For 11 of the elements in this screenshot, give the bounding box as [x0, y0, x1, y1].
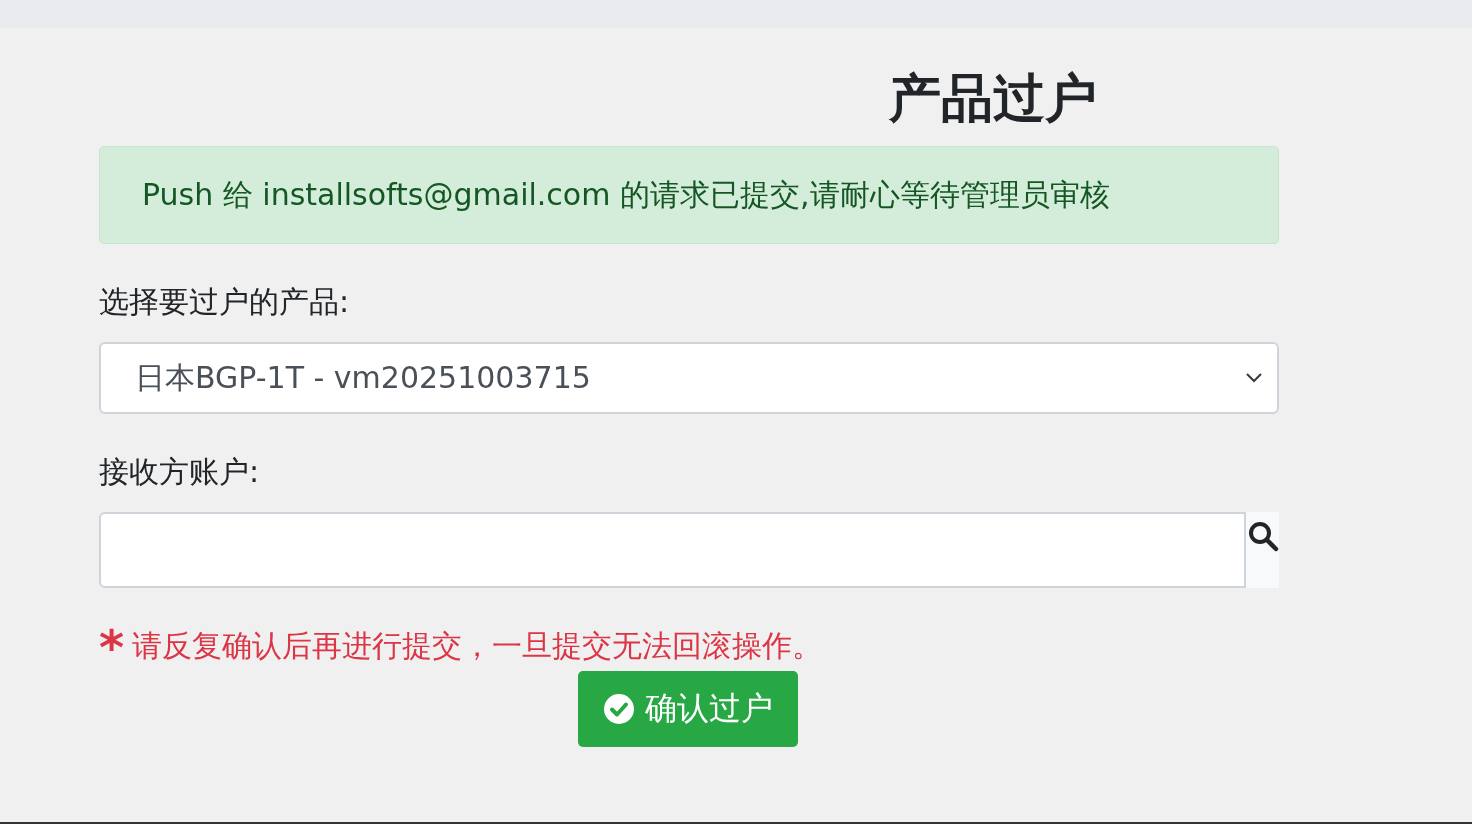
recipient-label: 接收方账户:	[99, 453, 260, 491]
search-button[interactable]	[1246, 512, 1279, 588]
search-icon	[1246, 520, 1279, 552]
recipient-input[interactable]	[99, 512, 1246, 588]
page-title: 产品过户	[888, 68, 1097, 128]
alert-message: Push 给 installsofts@gmail.com 的请求已提交,请耐心等待管理员审核	[142, 175, 1110, 214]
product-select[interactable]: 日本BGP-1T - vm20251003715	[99, 342, 1279, 414]
warning-text: 请反复确认后再进行提交，一旦提交无法回滚操作。	[132, 627, 823, 665]
chevron-down-icon	[1245, 372, 1263, 384]
product-label: 选择要过户的产品:	[99, 283, 350, 321]
check-circle-icon	[603, 693, 635, 725]
